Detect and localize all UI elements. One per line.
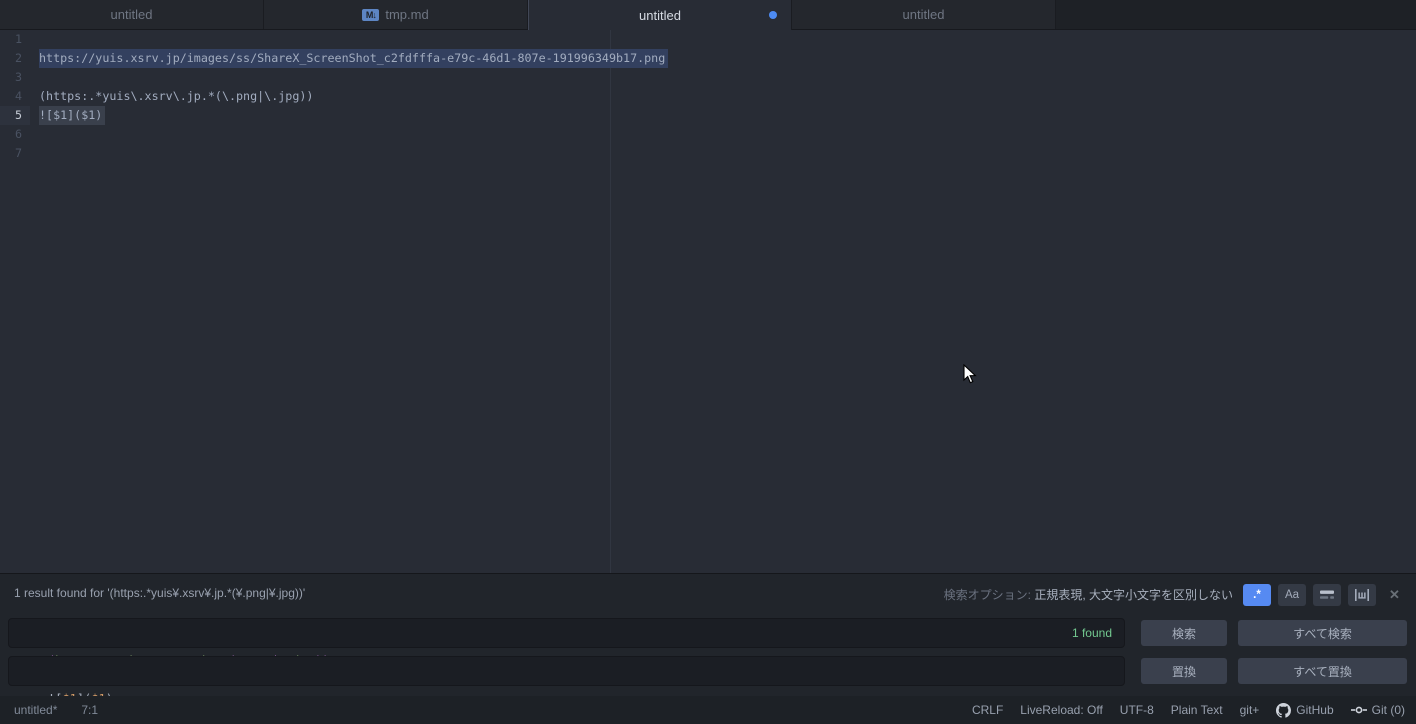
tab-label: tmp.md [385, 7, 428, 22]
find-button[interactable]: 検索 [1141, 620, 1227, 646]
whole-word-toggle-button[interactable] [1348, 584, 1376, 606]
status-github[interactable]: GitHub [1276, 703, 1333, 718]
replace-button[interactable]: 置換 [1141, 658, 1227, 684]
in-selection-icon [1320, 589, 1334, 601]
tab-untitled-3[interactable]: untitled [792, 0, 1056, 29]
find-result-message: 1 result found for '(https:.*yuis¥.xsrv¥… [14, 586, 305, 600]
line-number[interactable]: 1 [0, 30, 30, 49]
tab-untitled-2-active[interactable]: untitled [528, 0, 792, 30]
line-number[interactable]: 3 [0, 68, 30, 87]
tab-label: untitled [639, 8, 681, 23]
tab-label: untitled [903, 7, 945, 22]
editor-line[interactable]: 1 [0, 30, 1416, 49]
line-number[interactable]: 5 [0, 106, 30, 125]
close-panel-button[interactable]: ✕ [1389, 587, 1400, 603]
tab-bar-empty-area [1056, 0, 1416, 29]
highlighted-text: ![$1]($1) [39, 106, 105, 125]
close-icon: ✕ [1389, 587, 1400, 602]
markdown-icon: M↓ [362, 9, 379, 21]
find-and-replace-panel: 1 result found for '(https:.*yuis¥.xsrv¥… [0, 573, 1416, 696]
status-encoding[interactable]: UTF-8 [1120, 703, 1154, 717]
editor-line[interactable]: 2 https://yuis.xsrv.jp/images/ss/ShareX_… [0, 49, 1416, 68]
status-livereload[interactable]: LiveReload: Off [1020, 703, 1103, 717]
status-git[interactable]: Git (0) [1351, 703, 1405, 717]
status-grammar[interactable]: Plain Text [1171, 703, 1223, 717]
status-line-ending[interactable]: CRLF [972, 703, 1003, 717]
status-bar: untitled* 7:1 CRLF LiveReload: Off UTF-8… [0, 696, 1416, 724]
editor-line[interactable]: 3 [0, 68, 1416, 87]
editor-pane[interactable]: 1 2 https://yuis.xsrv.jp/images/ss/Share… [0, 30, 1416, 573]
editor-line[interactable]: 6 [0, 125, 1416, 144]
status-git-plus[interactable]: git+ [1240, 703, 1260, 717]
tab-label: untitled [111, 7, 153, 22]
regex-toggle-button[interactable]: .* [1243, 584, 1271, 606]
tab-bar: untitled M↓ tmp.md untitled untitled [0, 0, 1416, 30]
line-number[interactable]: 6 [0, 125, 30, 144]
find-options-value: 正規表現, 大文字小文字を区別しない [1034, 588, 1233, 602]
status-cursor-position[interactable]: 7:1 [81, 703, 98, 717]
selected-text: https://yuis.xsrv.jp/images/ss/ShareX_Sc… [39, 49, 668, 68]
case-sensitive-toggle-button[interactable]: Aa [1278, 584, 1306, 606]
editor-line[interactable]: 7 [0, 144, 1416, 163]
modified-indicator-dot [769, 11, 777, 19]
status-git-label: Git (0) [1372, 703, 1405, 717]
git-commit-icon [1351, 705, 1367, 715]
line-number[interactable]: 7 [0, 144, 30, 163]
github-octocat-icon [1276, 703, 1291, 718]
find-all-button[interactable]: すべて検索 [1238, 620, 1407, 646]
line-number[interactable]: 2 [0, 49, 30, 68]
line-number[interactable]: 4 [0, 87, 30, 106]
line-text: (https:.*yuis\.xsrv\.jp.*(\.png|\.jpg)) [39, 89, 313, 103]
replace-input[interactable]: ![$1]($1) [8, 656, 1125, 686]
search-input[interactable]: (https:.*yuis\.xsrv\.jp.*(\.png|\.jpg)) … [8, 618, 1125, 648]
whole-word-icon [1355, 589, 1369, 601]
tab-untitled-1[interactable]: untitled [0, 0, 264, 29]
find-options-summary: 検索オプション: 正規表現, 大文字小文字を区別しない [944, 586, 1233, 603]
search-result-count: 1 found [1072, 619, 1112, 647]
only-in-selection-toggle-button[interactable] [1313, 584, 1341, 606]
find-options-label: 検索オプション: [944, 588, 1031, 602]
editor-line[interactable]: 4 (https:.*yuis\.xsrv\.jp.*(\.png|\.jpg)… [0, 87, 1416, 106]
editor-line[interactable]: 5 ![$1]($1) [0, 106, 1416, 125]
status-github-label: GitHub [1296, 703, 1333, 717]
status-file-name[interactable]: untitled* [14, 703, 57, 717]
replace-all-button[interactable]: すべて置換 [1238, 658, 1407, 684]
tab-tmp-md[interactable]: M↓ tmp.md [264, 0, 528, 29]
